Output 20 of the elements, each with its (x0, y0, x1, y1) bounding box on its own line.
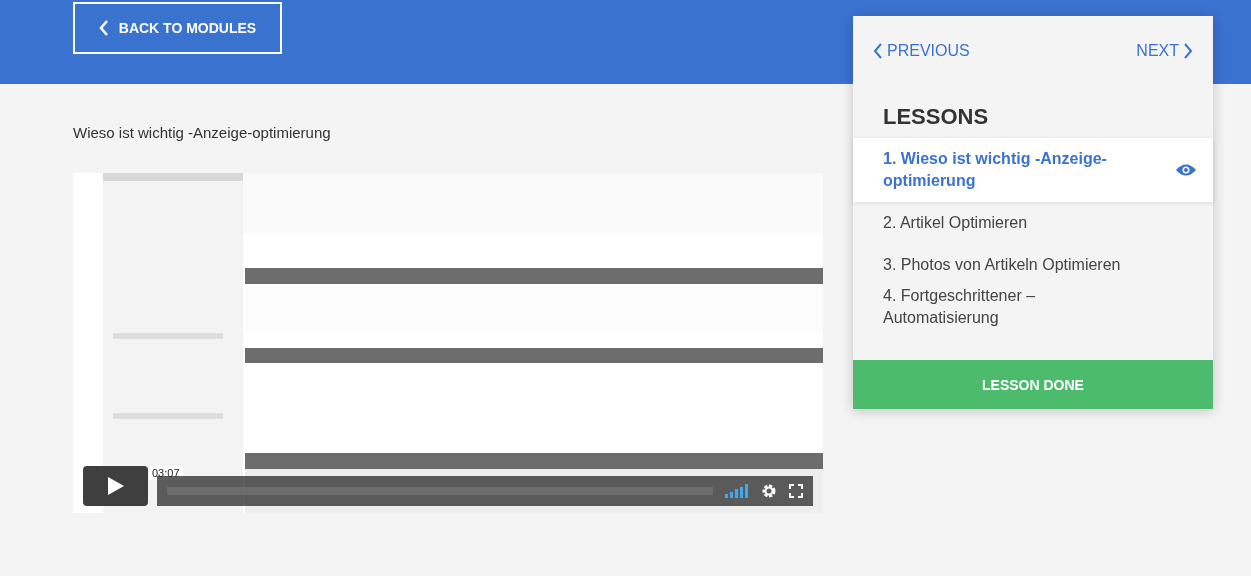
next-link[interactable]: NEXT (1136, 40, 1193, 62)
settings-icon[interactable] (761, 483, 777, 499)
lessons-heading: LESSONS (883, 104, 990, 130)
chevron-right-icon (1183, 43, 1193, 59)
volume-icon[interactable] (725, 484, 749, 498)
lesson-item[interactable]: 1. Wieso ist wichtig -Anzeige-optimierung (853, 138, 1213, 202)
video-player[interactable]: 03:07 (73, 173, 823, 513)
lesson-item[interactable]: 2. Artikel Optimieren (853, 202, 1213, 244)
lesson-done-button[interactable]: LESSON DONE (853, 360, 1213, 409)
fullscreen-icon[interactable] (789, 484, 803, 498)
lesson-item[interactable]: 4. Fortgeschrittener – Automatisierung (853, 286, 1213, 328)
eye-icon (1175, 163, 1197, 177)
previous-link[interactable]: PREVIOUS (873, 40, 970, 62)
back-button[interactable]: BACK TO MODULES (73, 2, 282, 54)
play-button[interactable] (83, 466, 148, 506)
chevron-left-icon (873, 43, 883, 59)
chevron-left-icon (98, 20, 109, 36)
play-icon (106, 476, 125, 496)
lesson-item[interactable]: 3. Photos von Artikeln Optimieren (853, 244, 1213, 286)
lesson-title: Wieso ist wichtig -Anzeige-optimierung (73, 124, 332, 141)
